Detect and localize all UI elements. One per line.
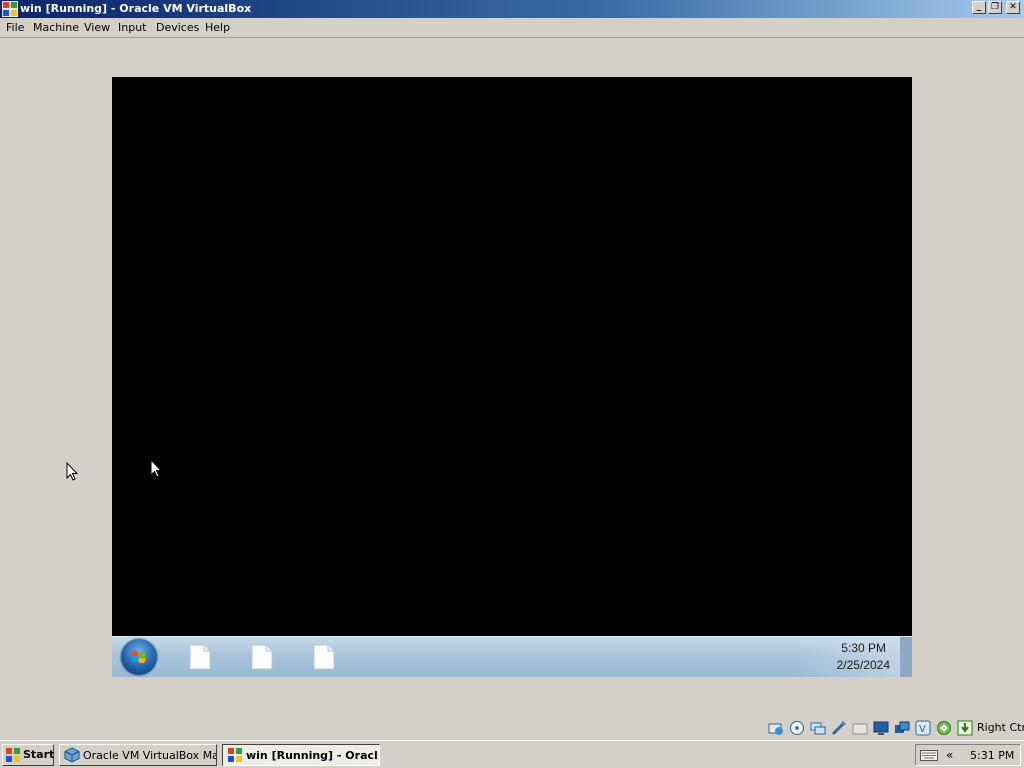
guest-app-file-icon-2[interactable] <box>250 644 274 670</box>
menu-file[interactable]: File <box>6 21 24 35</box>
menu-bar: File Machine View Input Devices Help <box>0 19 1024 38</box>
tray-clock[interactable]: 5:31 PM <box>970 749 1014 762</box>
minimize-button[interactable]: _ <box>972 1 986 14</box>
restore-icon: ❐ <box>990 2 1000 12</box>
host-key-label: Right Ctrl <box>977 721 1024 734</box>
virtualbox-icon <box>64 747 80 763</box>
close-button[interactable]: ✕ <box>1006 1 1020 14</box>
mouse-cursor-icon <box>66 462 78 481</box>
start-label: Start <box>23 748 55 761</box>
minimize-icon: _ <box>976 2 982 12</box>
taskbar-button-label: win [Running] - Oracl... <box>246 749 380 762</box>
keyboard-icon[interactable] <box>920 748 938 762</box>
windows-flag-icon <box>131 651 146 663</box>
system-tray: « 5:31 PM <box>915 744 1021 766</box>
menu-machine[interactable]: Machine <box>33 21 79 35</box>
menu-view[interactable]: View <box>84 21 110 35</box>
restore-button[interactable]: ❐ <box>988 1 1002 14</box>
menu-input[interactable]: Input <box>118 21 146 35</box>
guest-start-button[interactable] <box>121 639 157 675</box>
virtualization-icon[interactable] <box>936 720 952 736</box>
menu-devices[interactable]: Devices <box>156 21 199 35</box>
taskbar-button-virtualbox-manager[interactable]: Oracle VM VirtualBox Ma... <box>59 744 217 766</box>
optical-drive-icon[interactable] <box>789 720 805 736</box>
taskbar-button-label: Oracle VM VirtualBox Ma... <box>83 749 217 762</box>
display-icon[interactable] <box>873 720 889 736</box>
guest-show-desktop-button[interactable] <box>899 637 912 677</box>
guest-app-file-icon-1[interactable] <box>188 644 212 670</box>
svg-text:V: V <box>919 724 926 735</box>
window-titlebar[interactable]: win [Running] - Oracle VM VirtualBox _ ❐… <box>0 0 1024 18</box>
vm-display[interactable]: 5:30 PM 2/25/2024 <box>112 77 912 677</box>
vm-status-bar: V Right Ctrl <box>0 717 1024 739</box>
window-title: win [Running] - Oracle VM VirtualBox <box>20 2 252 15</box>
virtualbox-vm-icon <box>2 1 18 17</box>
taskbar-button-vm-running[interactable]: win [Running] - Oracl... <box>222 744 380 766</box>
virtualbox-vm-icon <box>228 748 242 762</box>
network-icon[interactable] <box>894 720 910 736</box>
mouse-integration-icon[interactable] <box>957 720 973 736</box>
host-taskbar: Start Oracle VM VirtualBox Ma... win [Ru… <box>0 740 1024 768</box>
windows-logo-icon <box>6 748 20 762</box>
recording-icon[interactable]: V <box>915 720 931 736</box>
guest-app-file-icon-3[interactable] <box>312 644 336 670</box>
shared-folders-icon[interactable] <box>852 720 868 736</box>
usb-icon[interactable] <box>831 720 847 736</box>
guest-mouse-cursor-icon <box>150 459 162 478</box>
guest-clock-time[interactable]: 5:30 PM <box>841 641 886 655</box>
hard-disk-icon[interactable] <box>768 720 784 736</box>
guest-clock-date[interactable]: 2/25/2024 <box>837 658 890 672</box>
guest-taskbar: 5:30 PM 2/25/2024 <box>112 636 912 677</box>
close-icon: ✕ <box>1009 2 1017 12</box>
tray-expand-button[interactable]: « <box>946 748 953 762</box>
menu-help[interactable]: Help <box>205 21 230 35</box>
start-button[interactable]: Start <box>2 744 54 766</box>
audio-icon[interactable] <box>810 720 826 736</box>
